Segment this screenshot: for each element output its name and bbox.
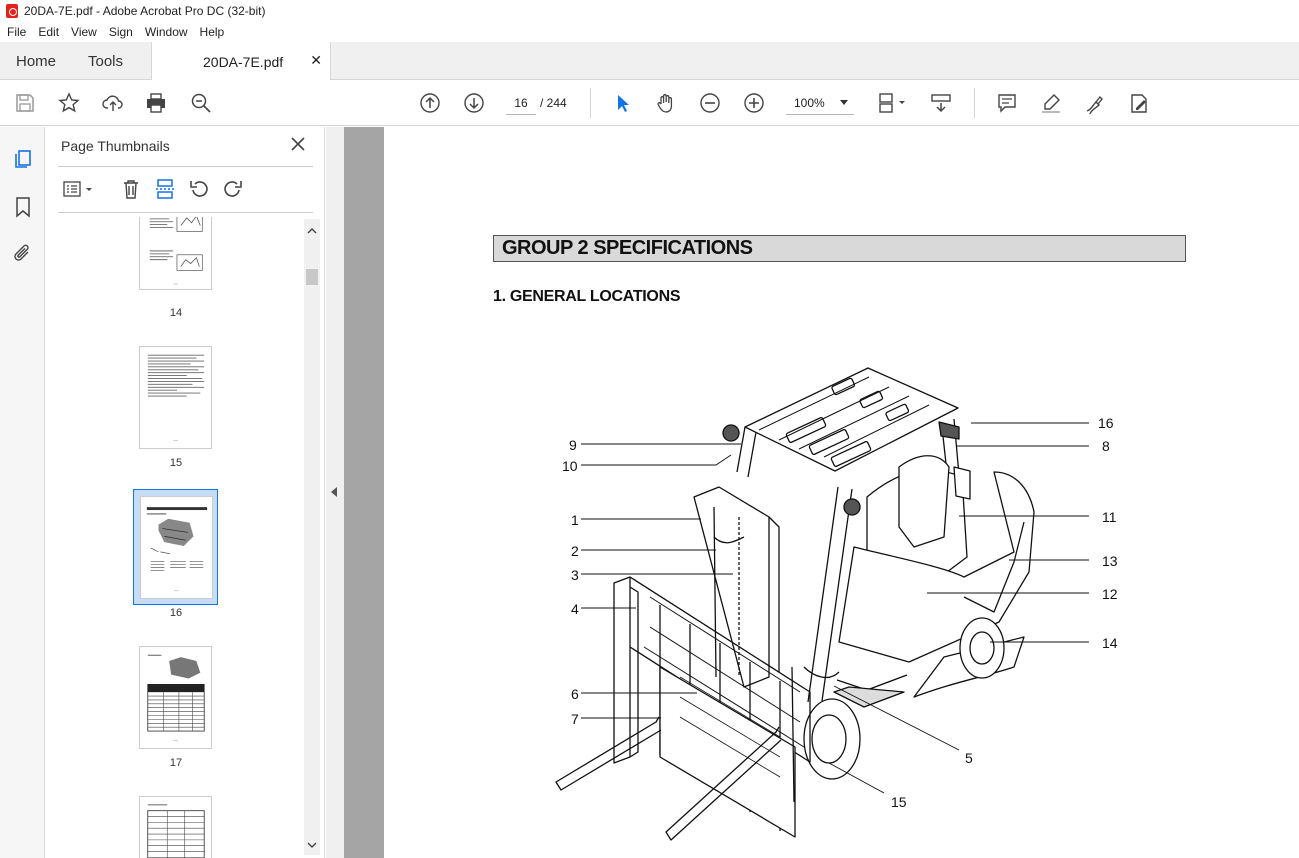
zoom-in-icon[interactable] (741, 90, 767, 116)
acrobat-icon (6, 4, 18, 18)
chevron-left-icon (331, 487, 337, 497)
page-display-icon[interactable] (874, 90, 910, 116)
callout-label: 3 (571, 567, 579, 583)
thumbnail-page-16[interactable] (140, 496, 213, 599)
delete-page-icon[interactable] (119, 177, 143, 201)
scroll-up-icon[interactable] (304, 223, 320, 239)
select-tool-icon[interactable] (609, 90, 635, 116)
thumbnail-page-17[interactable] (139, 646, 212, 749)
close-panel-icon[interactable] (289, 135, 307, 153)
draw-icon[interactable] (1082, 90, 1108, 116)
print-icon[interactable] (143, 90, 169, 116)
extract-page-icon[interactable] (153, 177, 177, 201)
callout-label: 1 (571, 512, 579, 528)
main-toolbar: 16 / 244 100% (0, 80, 1299, 126)
toolbar-divider (974, 88, 975, 118)
tab-document[interactable]: 20DA-7E.pdf ✕ (151, 42, 331, 81)
callout-label: 15 (891, 794, 907, 810)
previous-page-icon[interactable] (417, 90, 443, 116)
callout-label: 10 (562, 458, 578, 474)
forklift-illustration (555, 367, 1089, 841)
document-tab-label: 20DA-7E.pdf (203, 53, 284, 70)
page-total: / 244 (540, 96, 567, 110)
menu-bar: File Edit View Sign Window Help (0, 22, 1299, 42)
panel-divider (58, 166, 313, 167)
callout-label: 7 (571, 711, 579, 727)
page-thumbnails-icon[interactable] (11, 147, 35, 171)
zoom-search-icon[interactable] (188, 90, 214, 116)
collapse-panel-handle[interactable] (326, 127, 344, 858)
thumbnail-page-18[interactable] (139, 796, 212, 858)
thumbnails-panel: Page Thumbnails 14 15 16 17 (46, 127, 325, 858)
scrollbar-thumb[interactable] (306, 269, 318, 285)
upload-icon[interactable] (100, 90, 126, 116)
title-bar: 20DA-7E.pdf - Adobe Acrobat Pro DC (32-b… (0, 0, 1299, 22)
rotate-left-icon[interactable] (187, 177, 211, 201)
thumbnail-label: 14 (169, 307, 183, 319)
chevron-down-icon (840, 100, 848, 105)
tab-tools[interactable]: Tools (88, 42, 123, 80)
window-title: 20DA-7E.pdf - Adobe Acrobat Pro DC (32-b… (24, 4, 266, 18)
callout-label: 5 (965, 750, 973, 766)
menu-window[interactable]: Window (145, 25, 188, 39)
callout-label: 4 (571, 601, 579, 617)
bookmark-icon[interactable] (11, 195, 35, 219)
scroll-mode-icon[interactable] (928, 90, 954, 116)
thumbnail-label: 17 (169, 757, 183, 769)
close-tab-icon[interactable]: ✕ (310, 52, 322, 69)
menu-file[interactable]: File (7, 25, 26, 39)
menu-sign[interactable]: Sign (109, 25, 133, 39)
zoom-value: 100% (794, 95, 825, 110)
callout-label: 6 (571, 686, 579, 702)
attachment-icon[interactable] (11, 241, 35, 265)
thumbnail-label: 15 (169, 457, 183, 469)
menu-help[interactable]: Help (200, 25, 225, 39)
thumbnail-page-14[interactable] (139, 217, 212, 290)
callout-label: 9 (569, 437, 577, 453)
callout-label: 12 (1102, 586, 1118, 602)
thumbnail-scrollbar[interactable] (304, 219, 320, 855)
menu-edit[interactable]: Edit (38, 25, 59, 39)
panel-title: Page Thumbnails (61, 138, 170, 154)
menu-view[interactable]: View (71, 25, 97, 39)
callout-label: 13 (1102, 553, 1118, 569)
callout-label: 14 (1102, 635, 1118, 651)
callout-label: 2 (571, 543, 579, 559)
hand-tool-icon[interactable] (653, 90, 679, 116)
page-number-input[interactable]: 16 (506, 91, 536, 115)
comment-icon[interactable] (994, 90, 1020, 116)
toolbar-divider (590, 88, 591, 118)
thumbnail-label: 16 (169, 607, 183, 619)
highlight-icon[interactable] (1038, 90, 1064, 116)
navigation-rail (0, 127, 45, 858)
save-icon[interactable] (12, 90, 38, 116)
callout-label: 11 (1102, 509, 1117, 525)
tab-bar: Home Tools 20DA-7E.pdf ✕ (0, 42, 1299, 81)
callout-label: 8 (1102, 438, 1110, 454)
pdf-page: GROUP 2 SPECIFICATIONS 1. GENERAL LOCATI… (384, 127, 1299, 858)
next-page-icon[interactable] (461, 90, 487, 116)
thumbnail-page-15[interactable] (139, 346, 212, 449)
zoom-out-icon[interactable] (697, 90, 723, 116)
zoom-level-select[interactable]: 100% (786, 91, 854, 115)
rotate-right-icon[interactable] (221, 177, 245, 201)
callout-label: 16 (1098, 415, 1114, 431)
document-viewer[interactable]: GROUP 2 SPECIFICATIONS 1. GENERAL LOCATI… (344, 127, 1299, 858)
fill-sign-icon[interactable] (1126, 90, 1152, 116)
tab-home[interactable]: Home (16, 42, 56, 80)
panel-divider (58, 212, 313, 213)
thumbnail-options-icon[interactable] (60, 177, 96, 201)
thumbnail-list: 14 15 16 17 (58, 217, 303, 858)
star-icon[interactable] (56, 90, 82, 116)
scroll-down-icon[interactable] (304, 837, 320, 853)
